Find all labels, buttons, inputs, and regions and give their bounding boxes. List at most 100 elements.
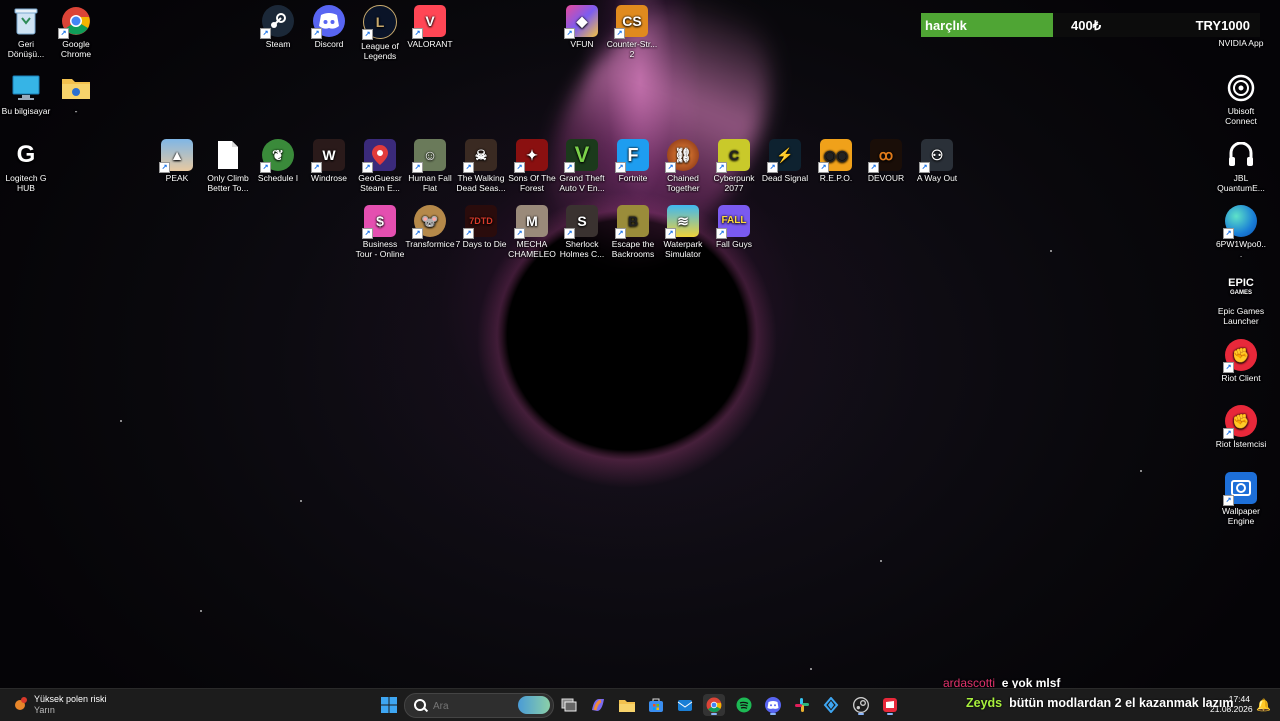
jbl-icon [1225,139,1257,171]
desktop-icon-windrose[interactable]: W ↗ Windrose [303,139,355,183]
app-button[interactable] [820,694,842,716]
desktop-icon-schedule[interactable]: ❦ ↗ Schedule I [252,139,304,183]
mail-button[interactable] [674,694,696,716]
desktop-icon-geoguessr[interactable]: ↗ GeoGuessr Steam E... [354,139,406,193]
slack-icon [795,698,809,712]
chat-message: ardascotti e yok mlsf [943,676,1060,688]
desktop-icon-repo[interactable]: ◉◉ ↗ R.E.P.O. [810,139,862,183]
desktop-icon-cyberpunk[interactable]: C ↗ Cyberpunk 2077 [708,139,760,193]
repo-icon: ◉◉ ↗ [818,139,852,173]
store-icon [649,698,663,712]
chrome-taskbar-button[interactable] [703,694,725,716]
icon-label: Ubisoft Connect [1225,106,1257,126]
desktop-icon-peak[interactable]: ▲ ↗ PEAK [151,139,203,183]
desktop-icon-nvidia[interactable]: NVIDIA App [1215,38,1267,48]
discord-taskbar-button[interactable] [762,694,784,716]
desktop-icon-fall-guys[interactable]: FALL ↗ Fall Guys [708,205,760,249]
icon-label: VFUN [570,39,594,49]
icon-label: R.E.P.O. [819,173,853,183]
icon-label: Dead Signal [761,173,809,183]
desktop-icon-riot-istemcisi[interactable]: ✊ ↗ Riot İstemcisi [1215,405,1267,449]
icon-label: Schedule I [257,173,299,183]
desktop-icon-human-fall-flat[interactable]: ☺ ↗ Human Fall Flat [404,139,456,193]
steam-taskbar-button[interactable] [850,694,872,716]
desktop-icon-chained-together[interactable]: ⛓ ↗ Chained Together [657,139,709,193]
desktop-icon-ubisoft[interactable]: Ubisoft Connect [1215,72,1267,126]
chat-username: Zeyds [966,696,1003,710]
counter-strike-icon: CS ↗ [614,5,648,39]
desktop-icon-counter-strike[interactable]: CS ↗ Counter-Str... 2 [606,5,658,59]
ubisoft-icon [1225,72,1257,104]
devour-icon: ꝏ ↗ [868,139,902,173]
icon-label: - [74,106,78,116]
task-view-button[interactable] [558,694,580,716]
icon-label: MECHA CHAMELEON [508,239,556,259]
discord-icon [765,697,781,713]
desktop-icon-fortnite[interactable]: F ↗ Fortnite [607,139,659,183]
riot-client-icon: ✊ ↗ [1223,339,1257,373]
desktop-icon-league[interactable]: L ↗ League of Legends [354,5,406,61]
spotify-button[interactable] [733,694,755,716]
desktop-icon-folder[interactable]: - [50,72,102,116]
desktop-icon-devour[interactable]: ꝏ ↗ DEVOUR [860,139,912,183]
desktop-icon-sons-forest[interactable]: ✦ ↗ Sons Of The Forest [506,139,558,193]
fall-guys-icon: FALL ↗ [716,205,750,239]
shortcut-arrow-icon: ↗ [260,28,271,39]
shortcut-arrow-icon: ↗ [514,228,525,239]
desktop-icon-only-climb[interactable]: Only Climb Better To... [202,139,254,193]
icon-label: 6PW1Wpo0... [1215,239,1267,259]
file-explorer-button[interactable] [616,694,638,716]
shortcut-arrow-icon: ↗ [614,28,625,39]
desktop-icon-edge[interactable]: ↗ 6PW1Wpo0... [1215,205,1267,259]
desktop-icon-discord[interactable]: ↗ Discord [303,5,355,49]
slack-button[interactable] [791,694,813,716]
gta-icon: V ↗ [564,139,598,173]
icon-label: GeoGuessr Steam E... [358,173,402,193]
file-explorer-icon [619,699,635,712]
desktop-icon-google-chrome[interactable]: ↗ Google Chrome [50,5,102,59]
chrome-icon: ↗ [58,5,92,39]
desktop-icon-wallpaper-engine[interactable]: ↗ Wallpaper Engine [1215,472,1267,526]
desktop-icon-transformice[interactable]: 🐭 ↗ Transformice [404,205,456,249]
desktop-icon-recycle-bin[interactable]: Geri Dönüşü... [0,5,52,59]
desktop-icon-backrooms[interactable]: B ↗ Escape the Backrooms [607,205,659,259]
desktop-icon-riot-client[interactable]: ✊ ↗ Riot Client [1215,339,1267,383]
shortcut-arrow-icon: ↗ [514,162,525,173]
desktop-icon-gta[interactable]: V ↗ Grand Theft Auto V En... [556,139,608,193]
search-input[interactable] [431,697,515,715]
desktop-icon-steam[interactable]: ↗ Steam [252,5,304,49]
search-highlight-image [518,696,550,714]
desktop-icon-jbl[interactable]: JBL QuantumE... [1215,139,1267,193]
riot-client-icon [883,698,897,712]
transformice-icon: 🐭 ↗ [412,205,446,239]
desktop-icon-7-days[interactable]: 7DTD ↗ 7 Days to Die [455,205,507,249]
taskbar-search[interactable] [404,693,554,718]
store-button[interactable] [645,694,667,716]
desktop-icon-dead-signal[interactable]: ⚡ ↗ Dead Signal [759,139,811,183]
desktop-icon-waterpark[interactable]: ≋ ↗ Waterpark Simulator [657,205,709,259]
copilot-button[interactable] [587,694,609,716]
desktop-icon-walking-dead[interactable]: ☠ ↗ The Walking Dead Seas... [455,139,507,193]
sherlock-icon: S ↗ [564,205,598,239]
shortcut-arrow-icon: ↗ [1223,362,1234,373]
desktop-icon-a-way-out[interactable]: ⚇ ↗ A Way Out [911,139,963,183]
weather-title: Yüksek polen riski [34,694,107,704]
desktop-icon-sherlock[interactable]: S ↗ Sherlock Holmes C... [556,205,608,259]
desktop-icon-valorant[interactable]: V ↗ VALORANT [404,5,456,49]
desktop-icon-epic-games[interactable]: EPIC GAMES Epic Games Launcher [1215,272,1267,327]
start-button[interactable] [378,694,400,716]
shortcut-arrow-icon: ↗ [564,28,575,39]
epic-games-icon: EPIC GAMES [1228,277,1254,297]
wallpaper-star [1050,250,1052,252]
shortcut-arrow-icon: ↗ [1223,228,1234,239]
desktop-icon-vfun[interactable]: ◆ ↗ VFUN [556,5,608,49]
icon-label: Logitech G HUB [5,173,47,193]
desktop-icon-business-tour[interactable]: $↗ Business Tour - Online M... [354,205,406,259]
notification-bell-icon[interactable]: 🔔 [1256,698,1271,712]
desktop-icon-this-pc[interactable]: Bu bilgisayar [0,72,52,116]
donation-goal-name: harçlık [925,18,967,33]
icon-label: Windrose [311,173,347,183]
riot-client-taskbar-button[interactable] [879,694,901,716]
desktop-icon-logitech[interactable]: G Logitech G HUB [0,139,52,194]
desktop-icon-mecha-chameleon[interactable]: M↗ MECHA CHAMELEON [506,205,558,259]
